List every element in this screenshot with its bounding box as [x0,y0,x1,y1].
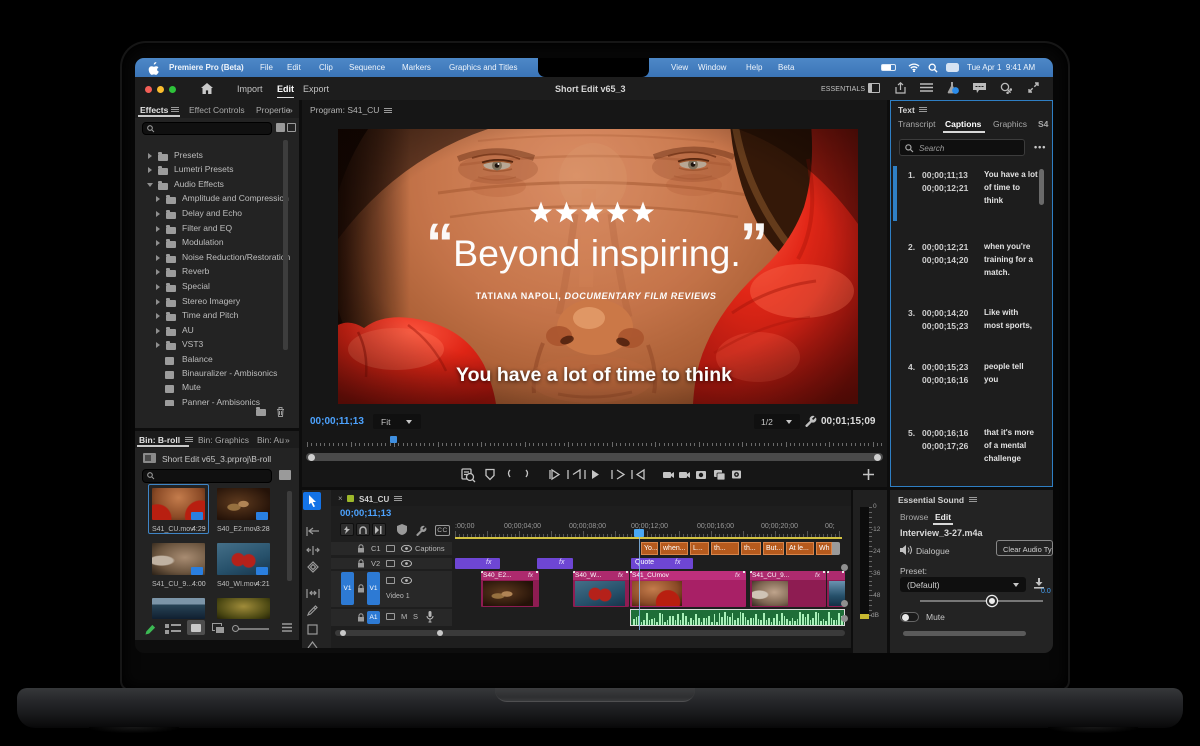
svg-text:”: ” [740,211,768,274]
svg-text:Beyond inspiring.: Beyond inspiring. [453,232,741,274]
svg-text:TATIANA NAPOLI, DOCUMENTARY FI: TATIANA NAPOLI, DOCUMENTARY FILM REVIEWS [476,291,717,301]
svg-text:“: “ [426,211,454,274]
svg-text:You have a lot of time to thin: You have a lot of time to think [456,364,732,386]
